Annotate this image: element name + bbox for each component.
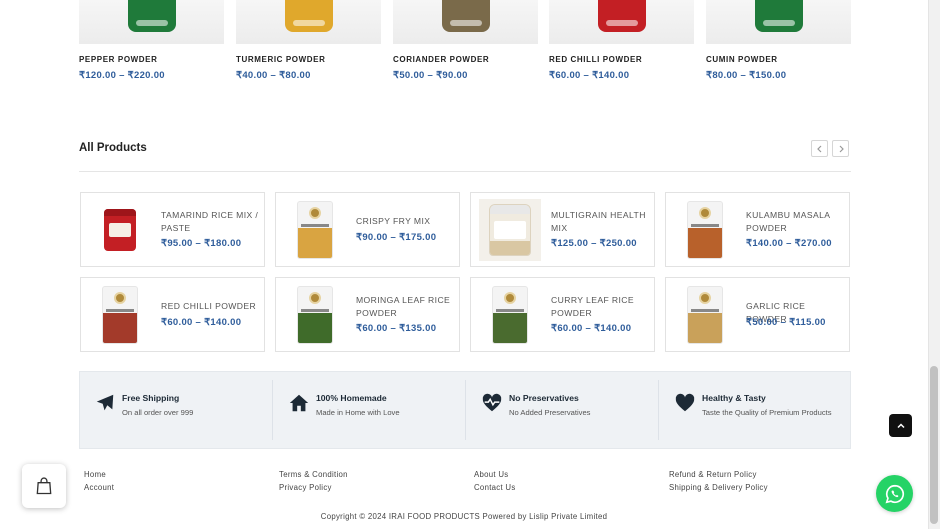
feature-divider: [465, 380, 466, 440]
product-card[interactable]: RED CHILLI POWDER ₹60.00 – ₹140.00: [80, 277, 265, 352]
product-image[interactable]: [674, 284, 736, 346]
product-name[interactable]: MULTIGRAIN HEALTH MIX: [551, 209, 651, 234]
feature-title: Free Shipping: [122, 393, 180, 403]
product-price: ₹50.00 – ₹115.00: [746, 317, 826, 328]
feature-homemade: 100% Homemade Made in Home with Love: [274, 372, 467, 448]
product-name[interactable]: KULAMBU MASALA POWDER: [746, 209, 846, 234]
product-price: ₹120.00 – ₹220.00: [79, 70, 165, 81]
product-price: ₹80.00 – ₹150.00: [706, 70, 787, 81]
product-item[interactable]: CUMIN POWDER ₹80.00 – ₹150.00: [706, 0, 851, 81]
product-price: ₹140.00 – ₹270.00: [746, 238, 832, 249]
airplane-icon: [96, 394, 114, 411]
product-price: ₹40.00 – ₹80.00: [236, 70, 311, 81]
footer-link-refund[interactable]: Refund & Return Policy: [669, 470, 757, 479]
product-image[interactable]: [479, 284, 541, 346]
section-title: All Products: [79, 142, 147, 154]
chevron-right-icon: [839, 145, 844, 152]
product-image[interactable]: [284, 199, 346, 261]
product-name[interactable]: PEPPER POWDER: [79, 55, 157, 64]
feature-healthy-tasty: Healthy & Tasty Taste the Quality of Pre…: [660, 372, 853, 448]
scrollbar-thumb[interactable]: [930, 366, 938, 524]
carousel-next-button[interactable]: [832, 140, 849, 157]
footer-link-account[interactable]: Account: [84, 483, 114, 492]
product-price: ₹60.00 – ₹140.00: [549, 70, 630, 81]
footer-link-contact[interactable]: Contact Us: [474, 483, 516, 492]
product-card[interactable]: CURRY LEAF RICE POWDER ₹60.00 – ₹140.00: [470, 277, 655, 352]
feature-free-shipping: Free Shipping On all order over 999: [80, 372, 273, 448]
product-price: ₹60.00 – ₹135.00: [356, 323, 437, 334]
product-image[interactable]: [674, 199, 736, 261]
product-image[interactable]: [549, 0, 694, 44]
product-name[interactable]: TURMERIC POWDER: [236, 55, 325, 64]
feature-title: 100% Homemade: [316, 393, 387, 403]
product-image[interactable]: [284, 284, 346, 346]
carousel-prev-button[interactable]: [811, 140, 828, 157]
product-name[interactable]: RED CHILLI POWDER: [549, 55, 642, 64]
product-card[interactable]: GARLIC RICE POWDER ₹50.00 – ₹115.00: [665, 277, 850, 352]
product-card[interactable]: KULAMBU MASALA POWDER ₹140.00 – ₹270.00: [665, 192, 850, 267]
footer-link-home[interactable]: Home: [84, 470, 106, 479]
product-item[interactable]: PEPPER POWDER ₹120.00 – ₹220.00: [79, 0, 224, 81]
floating-cart-button[interactable]: [22, 464, 66, 508]
feature-title: Healthy & Tasty: [702, 393, 766, 403]
top-products-row: PEPPER POWDER ₹120.00 – ₹220.00 TURMERIC…: [79, 0, 851, 100]
feature-subtitle: No Added Preservatives: [509, 408, 591, 417]
feature-divider: [658, 380, 659, 440]
product-item[interactable]: RED CHILLI POWDER ₹60.00 – ₹140.00: [549, 0, 694, 81]
product-price: ₹50.00 – ₹90.00: [393, 70, 468, 81]
product-price: ₹90.00 – ₹175.00: [356, 232, 437, 243]
product-name[interactable]: RED CHILLI POWDER: [161, 300, 261, 313]
feature-no-preservatives: No Preservatives No Added Preservatives: [467, 372, 660, 448]
whatsapp-chat-button[interactable]: [876, 475, 913, 512]
product-image[interactable]: [236, 0, 381, 44]
product-name[interactable]: CURRY LEAF RICE POWDER: [551, 294, 651, 319]
chevron-left-icon: [816, 145, 821, 152]
product-item[interactable]: CORIANDER POWDER ₹50.00 – ₹90.00: [393, 0, 538, 81]
page-scrollbar[interactable]: [928, 0, 940, 529]
product-name[interactable]: CUMIN POWDER: [706, 55, 778, 64]
scroll-to-top-button[interactable]: [889, 414, 912, 437]
product-price: ₹60.00 – ₹140.00: [551, 323, 632, 334]
section-divider: [79, 171, 851, 172]
footer-link-terms[interactable]: Terms & Condition: [279, 470, 348, 479]
chevron-up-icon: [896, 422, 905, 428]
features-bar: Free Shipping On all order over 999 100%…: [79, 371, 851, 449]
product-name[interactable]: CORIANDER POWDER: [393, 55, 489, 64]
whatsapp-icon: [885, 484, 904, 503]
product-image[interactable]: [89, 284, 151, 346]
product-card[interactable]: CRISPY FRY MIX ₹90.00 – ₹175.00: [275, 192, 460, 267]
product-name[interactable]: CRISPY FRY MIX: [356, 215, 456, 228]
product-card[interactable]: TAMARIND RICE MIX / PASTE ₹95.00 – ₹180.…: [80, 192, 265, 267]
product-name[interactable]: MORINGA LEAF RICE POWDER: [356, 294, 456, 319]
feature-divider: [272, 380, 273, 440]
product-image[interactable]: [479, 199, 541, 261]
product-image[interactable]: [89, 199, 151, 261]
product-card[interactable]: MORINGA LEAF RICE POWDER ₹60.00 – ₹135.0…: [275, 277, 460, 352]
footer-link-about[interactable]: About Us: [474, 470, 508, 479]
copyright-text: Copyright © 2024 IRAI FOOD PRODUCTS Powe…: [320, 512, 608, 521]
feature-title: No Preservatives: [509, 393, 579, 403]
product-image[interactable]: [706, 0, 851, 44]
feature-subtitle: Taste the Quality of Premium Products: [702, 408, 832, 417]
heartbeat-icon: [482, 393, 502, 412]
footer-link-privacy[interactable]: Privacy Policy: [279, 483, 332, 492]
footer-link-shipping[interactable]: Shipping & Delivery Policy: [669, 483, 768, 492]
product-image[interactable]: [393, 0, 538, 44]
feature-subtitle: On all order over 999: [122, 408, 194, 417]
heart-icon: [675, 393, 695, 412]
product-price: ₹95.00 – ₹180.00: [161, 238, 242, 249]
product-price: ₹60.00 – ₹140.00: [161, 317, 242, 328]
feature-subtitle: Made in Home with Love: [316, 408, 400, 417]
home-icon: [289, 394, 309, 412]
product-name[interactable]: TAMARIND RICE MIX / PASTE: [161, 209, 261, 234]
product-image[interactable]: [79, 0, 224, 44]
product-card[interactable]: MULTIGRAIN HEALTH MIX ₹125.00 – ₹250.00: [470, 192, 655, 267]
product-item[interactable]: TURMERIC POWDER ₹40.00 – ₹80.00: [236, 0, 381, 81]
shopping-bag-icon: [36, 477, 52, 495]
product-price: ₹125.00 – ₹250.00: [551, 238, 637, 249]
